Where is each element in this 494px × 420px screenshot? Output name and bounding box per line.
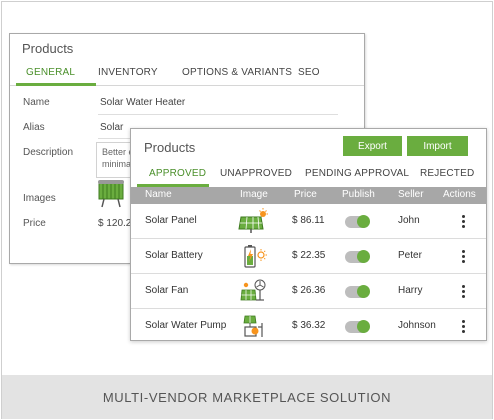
solar-water-pump-icon bbox=[237, 313, 269, 339]
product-name[interactable]: Solar Panel bbox=[145, 215, 197, 226]
solar-fan-icon bbox=[237, 278, 269, 304]
product-price: $ 36.32 bbox=[292, 320, 326, 331]
seller-name: Peter bbox=[398, 250, 422, 261]
solar-water-heater-icon[interactable] bbox=[96, 180, 126, 208]
price-label: Price bbox=[23, 218, 46, 229]
toggle-knob bbox=[357, 320, 370, 333]
panel-title: Products bbox=[144, 140, 196, 155]
caption-band: MULTI-VENDOR MARKETPLACE SOLUTION bbox=[2, 375, 492, 419]
more-actions-icon[interactable] bbox=[461, 320, 467, 334]
column-header-publish: Publish bbox=[342, 189, 375, 200]
table-row[interactable]: Solar Water Pump $ 36.32 Johnson bbox=[131, 309, 486, 344]
edit-tabs: GENERAL INVENTORY OPTIONS & VARIANTS SEO bbox=[10, 64, 364, 86]
approval-tabs: APPROVED UNAPPROVED PENDING APPROVAL REJ… bbox=[131, 165, 486, 187]
tab-unapproved[interactable]: UNAPPROVED bbox=[220, 168, 292, 179]
product-name[interactable]: Solar Battery bbox=[145, 250, 203, 261]
tab-inventory[interactable]: INVENTORY bbox=[98, 67, 158, 78]
name-label: Name bbox=[23, 97, 50, 108]
name-field[interactable]: Solar Water Heater bbox=[100, 97, 185, 108]
toggle-knob bbox=[357, 215, 370, 228]
tab-general[interactable]: GENERAL bbox=[26, 67, 75, 78]
product-price: $ 22.35 bbox=[292, 250, 326, 261]
table-row[interactable]: Solar Panel $ 86.11 John bbox=[131, 204, 486, 239]
description-label: Description bbox=[23, 147, 74, 158]
solar-panel-icon bbox=[237, 208, 269, 234]
more-actions-icon[interactable] bbox=[461, 215, 467, 229]
column-header-price[interactable]: Price bbox=[294, 189, 317, 200]
table-header: Name Image Price Publish Seller Actions bbox=[131, 187, 486, 204]
tab-approved[interactable]: APPROVED bbox=[149, 168, 206, 179]
publish-toggle[interactable] bbox=[345, 285, 370, 298]
active-tab-indicator bbox=[16, 83, 96, 86]
toggle-knob bbox=[357, 285, 370, 298]
more-actions-icon[interactable] bbox=[461, 250, 467, 264]
products-list-panel: Products Export Import APPROVED UNAPPROV… bbox=[130, 128, 487, 341]
seller-name: Johnson bbox=[398, 320, 436, 331]
panel-title: Products bbox=[22, 41, 74, 56]
product-name[interactable]: Solar Water Pump bbox=[145, 320, 226, 331]
column-header-seller[interactable]: Seller bbox=[398, 189, 424, 200]
publish-toggle[interactable] bbox=[345, 215, 370, 228]
table-row[interactable]: Solar Battery $ 22.35 Peter bbox=[131, 239, 486, 274]
column-header-actions: Actions bbox=[443, 189, 476, 200]
import-button[interactable]: Import bbox=[407, 136, 468, 156]
publish-toggle[interactable] bbox=[345, 250, 370, 263]
publish-toggle[interactable] bbox=[345, 320, 370, 333]
product-name[interactable]: Solar Fan bbox=[145, 285, 188, 296]
solar-battery-icon bbox=[237, 243, 269, 269]
product-price: $ 26.36 bbox=[292, 285, 326, 296]
column-header-name[interactable]: Name bbox=[145, 189, 172, 200]
tab-seo[interactable]: SEO bbox=[298, 67, 320, 78]
export-button[interactable]: Export bbox=[343, 136, 402, 156]
toggle-knob bbox=[357, 250, 370, 263]
images-label: Images bbox=[23, 193, 56, 204]
tab-rejected[interactable]: REJECTED bbox=[420, 168, 474, 179]
name-field-underline bbox=[98, 114, 338, 115]
seller-name: Harry bbox=[398, 285, 423, 296]
alias-field[interactable]: Solar bbox=[100, 122, 123, 133]
tab-pending-approval[interactable]: PENDING APPROVAL bbox=[305, 168, 409, 179]
more-actions-icon[interactable] bbox=[461, 285, 467, 299]
tab-options-variants[interactable]: OPTIONS & VARIANTS bbox=[182, 67, 292, 78]
alias-label: Alias bbox=[23, 122, 45, 133]
column-header-image: Image bbox=[240, 189, 268, 200]
seller-name: John bbox=[398, 215, 420, 226]
table-row[interactable]: Solar Fan $ 26.36 Harry bbox=[131, 274, 486, 309]
caption-text: MULTI-VENDOR MARKETPLACE SOLUTION bbox=[102, 389, 392, 405]
product-price: $ 86.11 bbox=[292, 215, 325, 226]
